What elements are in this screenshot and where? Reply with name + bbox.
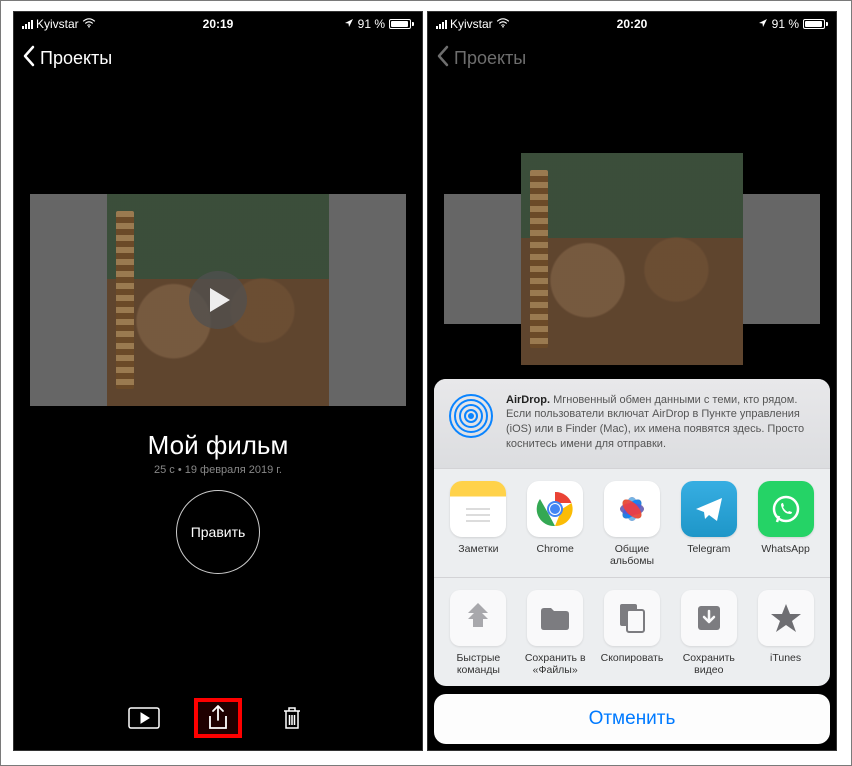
action-label: Сохранить видео bbox=[672, 652, 746, 676]
bottom-toolbar bbox=[14, 698, 422, 738]
apps-row: Заметки Chrome Общие альбомы bbox=[434, 468, 830, 577]
nav-bar: Проекты bbox=[428, 36, 836, 80]
status-bar: Kyivstar 20:20 91 % bbox=[428, 12, 836, 36]
share-app-notes[interactable]: Заметки bbox=[441, 481, 515, 567]
phone-left: Kyivstar 20:19 91 % Проекты Мой фильм 25… bbox=[13, 11, 423, 751]
phone-right: Kyivstar 20:20 91 % Проекты bbox=[427, 11, 837, 751]
airdrop-section[interactable]: AirDrop. Мгновенный обмен данными с теми… bbox=[434, 379, 830, 468]
actions-row: Быстрые команды Сохранить в «Файлы» Скоп… bbox=[434, 577, 830, 686]
action-itunes[interactable]: iTunes bbox=[749, 590, 823, 676]
airdrop-icon bbox=[448, 393, 494, 439]
back-label: Проекты bbox=[454, 48, 526, 69]
project-meta: 25 с • 19 февраля 2019 г. bbox=[14, 464, 422, 476]
edit-button[interactable]: Править bbox=[176, 490, 260, 574]
chevron-left-icon[interactable] bbox=[22, 45, 36, 72]
shortcuts-icon bbox=[450, 590, 506, 646]
battery-icon bbox=[803, 19, 828, 29]
video-thumbnail bbox=[521, 153, 743, 365]
battery-icon bbox=[389, 19, 414, 29]
action-label: iTunes bbox=[749, 652, 823, 664]
video-preview[interactable] bbox=[30, 194, 406, 406]
chrome-icon bbox=[527, 481, 583, 537]
app-label: Telegram bbox=[672, 543, 746, 555]
share-app-chrome[interactable]: Chrome bbox=[518, 481, 592, 567]
play-icon[interactable] bbox=[189, 271, 247, 329]
action-shortcuts[interactable]: Быстрые команды bbox=[441, 590, 515, 676]
share-sheet: AirDrop. Мгновенный обмен данными с теми… bbox=[434, 379, 830, 744]
whatsapp-icon bbox=[758, 481, 814, 537]
app-label: Общие альбомы bbox=[595, 543, 669, 567]
play-rect-icon[interactable] bbox=[120, 698, 168, 738]
edit-label: Править bbox=[191, 524, 246, 540]
action-copy[interactable]: Скопировать bbox=[595, 590, 669, 676]
folder-icon bbox=[527, 590, 583, 646]
back-label[interactable]: Проекты bbox=[40, 48, 112, 69]
chevron-left-icon bbox=[436, 45, 450, 72]
project-title: Мой фильм bbox=[14, 430, 422, 461]
cancel-label: Отменить bbox=[589, 708, 676, 729]
action-save-video[interactable]: Сохранить видео bbox=[672, 590, 746, 676]
app-label: Chrome bbox=[518, 543, 592, 555]
share-app-telegram[interactable]: Telegram bbox=[672, 481, 746, 567]
share-icon[interactable] bbox=[194, 698, 242, 738]
download-icon bbox=[681, 590, 737, 646]
telegram-icon bbox=[681, 481, 737, 537]
action-save-to-files[interactable]: Сохранить в «Файлы» bbox=[518, 590, 592, 676]
star-icon bbox=[758, 590, 814, 646]
app-label: Заметки bbox=[441, 543, 515, 555]
app-label: WhatsApp bbox=[749, 543, 823, 555]
copy-icon bbox=[604, 590, 660, 646]
action-label: Быстрые команды bbox=[441, 652, 515, 676]
action-label: Скопировать bbox=[595, 652, 669, 664]
video-preview bbox=[444, 194, 820, 324]
clock-label: 20:19 bbox=[14, 17, 422, 31]
share-app-whatsapp[interactable]: WhatsApp bbox=[749, 481, 823, 567]
clock-label: 20:20 bbox=[428, 17, 836, 31]
share-app-shared-albums[interactable]: Общие альбомы bbox=[595, 481, 669, 567]
photos-icon bbox=[604, 481, 660, 537]
status-bar: Kyivstar 20:19 91 % bbox=[14, 12, 422, 36]
action-label: Сохранить в «Файлы» bbox=[518, 652, 592, 676]
cancel-button[interactable]: Отменить bbox=[434, 694, 830, 744]
trash-icon[interactable] bbox=[268, 698, 316, 738]
nav-bar: Проекты bbox=[14, 36, 422, 80]
airdrop-text: AirDrop. Мгновенный обмен данными с теми… bbox=[506, 393, 816, 452]
notes-icon bbox=[450, 481, 506, 537]
